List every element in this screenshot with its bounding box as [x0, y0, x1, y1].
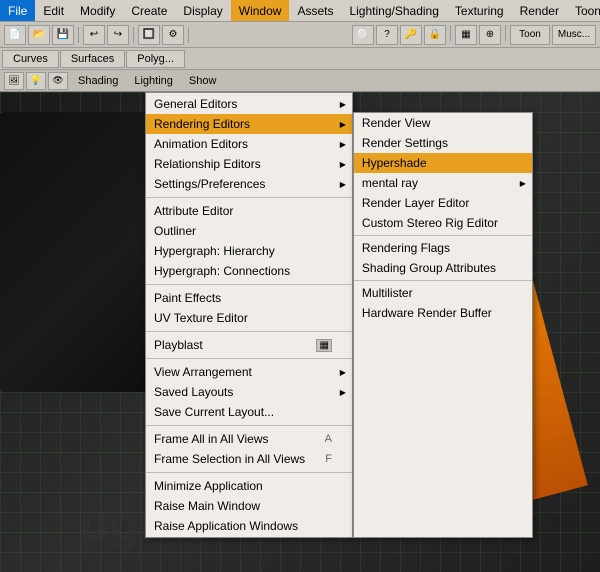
menu-modify[interactable]: Modify — [72, 0, 123, 21]
dropdown-save-current-layout[interactable]: Save Current Layout... — [146, 402, 352, 422]
shading-row: 🖼 💡 👁 Shading Lighting Show — [0, 70, 600, 92]
toolbar-snap[interactable]: ⊕ — [479, 25, 501, 45]
dropdown-frame-all[interactable]: Frame All in All Views A — [146, 429, 352, 449]
toolbar-musc[interactable]: Musc... — [552, 25, 596, 45]
tab-curves[interactable]: Curves — [2, 50, 59, 68]
re-render-layer-editor[interactable]: Render Layer Editor — [354, 193, 532, 213]
dropdown-raise-app-windows[interactable]: Raise Application Windows — [146, 516, 352, 536]
dropdown-rendering-editors[interactable]: Rendering Editors — [146, 114, 352, 134]
toolbar-open[interactable]: 📂 — [28, 25, 50, 45]
divider-3 — [146, 331, 352, 332]
re-hypershade[interactable]: Hypershade — [354, 153, 532, 173]
window-dropdown: General Editors Rendering Editors Animat… — [145, 92, 353, 538]
menu-window[interactable]: Window — [231, 0, 290, 21]
dropdown-minimize-app[interactable]: Minimize Application — [146, 476, 352, 496]
main-viewport: uguts General Editors Rendering Editors … — [0, 92, 600, 572]
re-divider-1 — [354, 235, 532, 236]
shading-icon1[interactable]: 🖼 — [4, 72, 24, 90]
toolbar-sep1 — [78, 27, 79, 43]
toolbar-btn5[interactable]: ↪ — [107, 25, 129, 45]
tab-row: Curves Surfaces Polyg... — [0, 48, 600, 70]
dropdown-container: General Editors Rendering Editors Animat… — [145, 92, 533, 538]
dropdown-uv-texture-editor[interactable]: UV Texture Editor — [146, 308, 352, 328]
dark-object — [0, 112, 160, 392]
shortcut-f: F — [325, 453, 332, 465]
menu-create[interactable]: Create — [123, 0, 175, 21]
toolbar-btn6[interactable]: 🔲 — [138, 25, 160, 45]
toolbar-sep5 — [505, 25, 506, 41]
dropdown-paint-effects[interactable]: Paint Effects — [146, 288, 352, 308]
toolbar-sphere[interactable]: ⚪ — [352, 25, 374, 45]
playblast-icon: ▦ — [316, 339, 331, 352]
divider-1 — [146, 197, 352, 198]
menu-toon[interactable]: Toon — [567, 0, 600, 21]
re-divider-2 — [354, 280, 532, 281]
toolbar-row: 📄 📂 💾 ↩ ↪ 🔲 ⚙ ⚪ ? 🔑 🔒 ▦ ⊕ Toon Musc... — [0, 22, 600, 48]
dropdown-attribute-editor[interactable]: Attribute Editor — [146, 201, 352, 221]
dropdown-animation-editors[interactable]: Animation Editors — [146, 134, 352, 154]
dropdown-section-1: General Editors Rendering Editors Animat… — [146, 93, 352, 195]
shading-label: Shading — [72, 74, 124, 88]
re-mental-ray[interactable]: mental ray — [354, 173, 532, 193]
menu-edit[interactable]: Edit — [35, 0, 72, 21]
dropdown-saved-layouts[interactable]: Saved Layouts — [146, 382, 352, 402]
dropdown-section-frame: Frame All in All Views A Frame Selection… — [146, 428, 352, 470]
menu-bar: File Edit Modify Create Display Window A… — [0, 0, 600, 22]
dropdown-outliner[interactable]: Outliner — [146, 221, 352, 241]
shortcut-a: A — [325, 433, 332, 445]
re-multilister[interactable]: Multilister — [354, 283, 532, 303]
show-label: Show — [183, 74, 223, 88]
divider-2 — [146, 284, 352, 285]
re-hardware-render-buffer[interactable]: Hardware Render Buffer — [354, 303, 532, 323]
toolbar-lock[interactable]: 🔒 — [424, 25, 446, 45]
divider-5 — [146, 425, 352, 426]
dropdown-section-view: View Arrangement Saved Layouts Save Curr… — [146, 361, 352, 423]
toolbar-new[interactable]: 📄 — [4, 25, 26, 45]
toolbar-save[interactable]: 💾 — [52, 25, 74, 45]
toolbar-toon[interactable]: Toon — [510, 25, 550, 45]
re-render-settings[interactable]: Render Settings — [354, 133, 532, 153]
menu-display[interactable]: Display — [175, 0, 230, 21]
shading-icon2[interactable]: 💡 — [26, 72, 46, 90]
toolbar-key[interactable]: 🔑 — [400, 25, 422, 45]
divider-4 — [146, 358, 352, 359]
re-rendering-flags[interactable]: Rendering Flags — [354, 238, 532, 258]
menu-texturing[interactable]: Texturing — [447, 0, 512, 21]
dropdown-general-editors[interactable]: General Editors — [146, 94, 352, 114]
dropdown-hypergraph-hierarchy[interactable]: Hypergraph: Hierarchy — [146, 241, 352, 261]
dropdown-view-arrangement[interactable]: View Arrangement — [146, 362, 352, 382]
re-render-view[interactable]: Render View — [354, 113, 532, 133]
toolbar-sep3 — [188, 27, 189, 43]
dropdown-section-app: Minimize Application Raise Main Window R… — [146, 475, 352, 537]
dropdown-section-3: Paint Effects UV Texture Editor — [146, 287, 352, 329]
dropdown-settings-prefs[interactable]: Settings/Preferences — [146, 174, 352, 194]
divider-6 — [146, 472, 352, 473]
menu-render[interactable]: Render — [512, 0, 567, 21]
dropdown-playblast[interactable]: Playblast ▦ — [146, 335, 352, 355]
toolbar-sep4 — [450, 25, 451, 41]
re-custom-stereo-rig[interactable]: Custom Stereo Rig Editor — [354, 213, 532, 233]
dropdown-hypergraph-connections[interactable]: Hypergraph: Connections — [146, 261, 352, 281]
dropdown-relationship-editors[interactable]: Relationship Editors — [146, 154, 352, 174]
dropdown-frame-selection[interactable]: Frame Selection in All Views F — [146, 449, 352, 469]
tab-surfaces[interactable]: Surfaces — [60, 50, 125, 68]
toolbar-btn4[interactable]: ↩ — [83, 25, 105, 45]
dropdown-section-playblast: Playblast ▦ — [146, 334, 352, 356]
toolbar-grid[interactable]: ▦ — [455, 25, 477, 45]
menu-lighting[interactable]: Lighting/Shading — [341, 0, 446, 21]
tab-polygons[interactable]: Polyg... — [126, 50, 185, 68]
menu-assets[interactable]: Assets — [289, 0, 341, 21]
toolbar-sep2 — [133, 27, 134, 43]
toolbar-info[interactable]: ? — [376, 25, 398, 45]
shading-icon3[interactable]: 👁 — [48, 72, 68, 90]
rendering-editors-submenu: Render View Render Settings Hypershade m… — [353, 112, 533, 538]
re-shading-group-attrs[interactable]: Shading Group Attributes — [354, 258, 532, 278]
dropdown-raise-main[interactable]: Raise Main Window — [146, 496, 352, 516]
dropdown-section-2: Attribute Editor Outliner Hypergraph: Hi… — [146, 200, 352, 282]
toolbar-btn7[interactable]: ⚙ — [162, 25, 184, 45]
lighting-label: Lighting — [128, 74, 179, 88]
menu-file[interactable]: File — [0, 0, 35, 21]
